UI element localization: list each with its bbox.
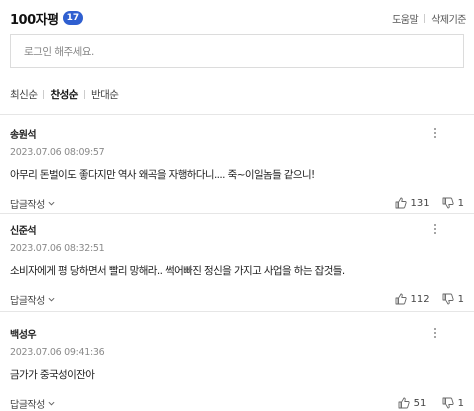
comment-item: 신준석 2023.07.06 08:32:51 소비자에게 평 당하면서 빨리 … [10, 222, 464, 307]
comment-author[interactable]: 신준석 [10, 222, 464, 237]
comment-footer: 답글작성 51 1 [10, 396, 464, 411]
sort-tab-likes[interactable]: 찬성순 [50, 85, 78, 104]
sort-tab-divider [43, 90, 45, 99]
like-button[interactable]: 131 [395, 197, 430, 209]
list-divider [0, 114, 474, 115]
dislike-count: 1 [457, 293, 464, 305]
comment-author[interactable]: 송원석 [10, 126, 464, 141]
thumbs-up-icon [395, 293, 407, 305]
list-divider [0, 213, 474, 214]
thumbs-up-icon [398, 397, 410, 409]
comment-count-badge: 17 [62, 11, 84, 25]
dislike-count: 1 [457, 197, 464, 209]
reply-button-label: 답글작성 [10, 199, 45, 211]
comment-date: 2023.07.06 08:32:51 [10, 243, 105, 254]
comment-text: 금가가 중국성이잔아 [10, 369, 95, 381]
comments-title: 100자평 [10, 12, 59, 28]
comment-footer: 답글작성 112 1 [10, 292, 464, 307]
vote-group: 51 1 [398, 397, 464, 409]
delete-policy-link[interactable]: 삭제기준 [431, 11, 466, 26]
comment-author[interactable]: 백성우 [10, 326, 464, 341]
chevron-down-icon [48, 201, 55, 206]
dislike-button[interactable]: 1 [442, 197, 464, 209]
more-options-icon[interactable] [432, 222, 438, 236]
help-link[interactable]: 도움말 [392, 11, 419, 26]
vote-group: 131 1 [395, 197, 464, 209]
thumbs-down-icon [442, 397, 454, 409]
reply-button[interactable]: 답글작성 [10, 396, 55, 411]
more-options-icon[interactable] [432, 126, 438, 140]
dislike-count: 1 [457, 397, 464, 409]
comments-header: 100자평 17 도움말 삭제기준 [10, 8, 466, 28]
vote-group: 112 1 [395, 293, 464, 305]
list-divider [0, 311, 474, 312]
comment-date: 2023.07.06 08:09:57 [10, 147, 105, 158]
header-link-divider [424, 13, 426, 23]
thumbs-up-icon [395, 197, 407, 209]
more-options-icon[interactable] [432, 326, 438, 340]
comment-item: 백성우 2023.07.06 09:41:36 금가가 중국성이잔아 답글작성 … [10, 326, 464, 411]
header-links: 도움말 삭제기준 [392, 11, 466, 26]
comment-footer: 답글작성 131 1 [10, 196, 464, 211]
thumbs-down-icon [442, 293, 454, 305]
comment-item: 송원석 2023.07.06 08:09:57 아무리 돈벌이도 좋다지만 역사… [10, 126, 464, 211]
reply-button[interactable]: 답글작성 [10, 292, 55, 307]
sort-tab-dislikes[interactable]: 반대순 [91, 85, 119, 104]
comment-login-input[interactable]: 로그인 해주세요. [10, 34, 464, 68]
comment-text: 소비자에게 평 당하면서 빨리 망해라.. 썩어빠진 정신을 가지고 사업을 하… [10, 265, 345, 277]
sort-tab-latest[interactable]: 최신순 [10, 85, 38, 104]
dislike-button[interactable]: 1 [442, 397, 464, 409]
like-count: 51 [413, 397, 427, 409]
sort-tabs: 최신순 찬성순 반대순 [10, 85, 119, 104]
chevron-down-icon [48, 297, 55, 302]
like-button[interactable]: 51 [398, 397, 430, 409]
reply-button-label: 답글작성 [10, 295, 45, 307]
like-count: 112 [410, 293, 430, 305]
chevron-down-icon [48, 401, 55, 406]
like-count: 131 [410, 197, 430, 209]
thumbs-down-icon [442, 197, 454, 209]
like-button[interactable]: 112 [395, 293, 430, 305]
comment-date: 2023.07.06 09:41:36 [10, 347, 105, 358]
reply-button-label: 답글작성 [10, 399, 45, 411]
comment-text: 아무리 돈벌이도 좋다지만 역사 왜곡을 자행하다니.... 죽~이일놈들 같으… [10, 169, 315, 181]
reply-button[interactable]: 답글작성 [10, 196, 55, 211]
sort-tab-divider [83, 90, 85, 99]
dislike-button[interactable]: 1 [442, 293, 464, 305]
